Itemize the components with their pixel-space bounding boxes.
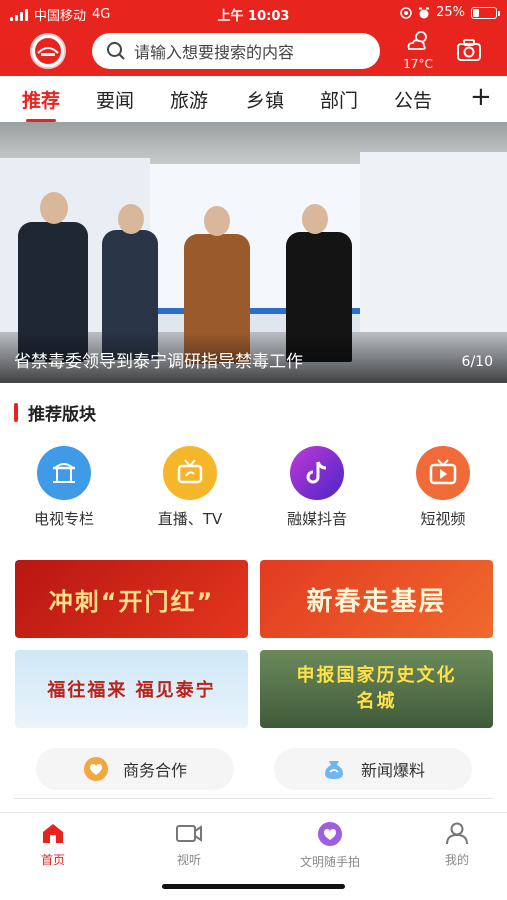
news-carousel[interactable]: 省禁毒委领导到泰宁调研指导禁毒工作 6/10: [0, 122, 507, 383]
promo-banner-kaimenhong[interactable]: 冲刺“开门红”: [15, 560, 248, 638]
nav-civilization-snapshot[interactable]: 文明随手拍: [278, 821, 382, 870]
tab-departments[interactable]: 部门: [320, 86, 358, 113]
divider: [14, 798, 493, 799]
home-indicator: [162, 884, 345, 889]
promo-text: 申报国家历史文化名城: [296, 665, 457, 712]
weather-temperature: 17°C: [403, 57, 433, 71]
app-header: 请输入想要搜索的内容 17°C: [0, 26, 507, 76]
nav-label: 我的: [444, 853, 469, 867]
nav-label: 首页: [40, 853, 65, 867]
weather-widget[interactable]: 17°C: [398, 29, 438, 71]
heart-handshake-icon: [83, 757, 108, 781]
tip-bag-icon: [324, 761, 343, 779]
tab-tourism[interactable]: 旅游: [170, 86, 208, 113]
section-accent-bar: [14, 403, 18, 422]
short-video-icon: [416, 446, 470, 500]
bottom-navigation: 首页 视听 文明随手拍 我的: [0, 812, 507, 876]
camera-icon: [457, 39, 481, 61]
carousel-caption: 省禁毒委领导到泰宁调研指导禁毒工作: [14, 352, 303, 372]
news-tip-button[interactable]: 新闻爆料: [274, 748, 472, 790]
nav-label: 视听: [176, 853, 201, 867]
status-bar: 中国移动 4G 上午 10:03 25%: [0, 0, 507, 26]
battery-icon: [471, 6, 500, 19]
search-placeholder: 请输入想要搜索的内容: [134, 43, 295, 62]
section-title-text: 推荐版块: [28, 405, 96, 425]
feature-label: 直播、TV: [157, 510, 223, 528]
nav-label: 文明随手拍: [299, 855, 360, 869]
promo-text: 福往福来 福见泰宁: [47, 680, 216, 701]
tab-headlines[interactable]: 要闻: [96, 86, 134, 113]
feature-label: 融媒抖音: [286, 510, 347, 528]
business-cooperation-button[interactable]: 商务合作: [36, 748, 234, 790]
feature-tv-column[interactable]: 电视专栏: [14, 446, 114, 529]
live-tv-icon: [163, 446, 217, 500]
app-logo[interactable]: [30, 33, 66, 69]
section-title: 推荐版块: [14, 400, 96, 425]
search-icon: [107, 42, 125, 60]
orientation-lock-icon: [400, 6, 412, 19]
promo-banner-heritage-city[interactable]: 申报国家历史文化名城: [260, 650, 493, 728]
feature-live-tv[interactable]: 直播、TV: [140, 446, 240, 529]
search-bar[interactable]: 请输入想要搜索的内容: [92, 33, 380, 69]
camera-button[interactable]: [456, 38, 482, 66]
carousel-counter: 6/10: [461, 354, 493, 370]
user-icon: [446, 822, 468, 845]
home-icon: [43, 824, 63, 843]
promo-banner-fortune[interactable]: 福往福来 福见泰宁: [15, 650, 248, 728]
alarm-icon: [419, 7, 430, 18]
battery-percent: 25%: [436, 5, 465, 20]
tab-recommend[interactable]: 推荐: [22, 86, 60, 122]
category-tabs: 推荐 要闻 旅游 乡镇 部门 公告 +: [0, 76, 507, 122]
promo-text: 新春走基层: [306, 586, 447, 617]
tab-announcements[interactable]: 公告: [394, 86, 432, 113]
nav-profile[interactable]: 我的: [412, 821, 502, 868]
cloud-sun-icon: [407, 31, 427, 50]
tab-towns[interactable]: 乡镇: [246, 86, 284, 113]
video-camera-icon: [176, 825, 202, 842]
nav-home[interactable]: 首页: [8, 821, 98, 868]
promo-banner-new-year[interactable]: 新春走基层: [260, 560, 493, 638]
logo-icon: [35, 38, 61, 64]
promo-text: 冲刺“开门红”: [48, 587, 215, 616]
tiktok-icon: [290, 446, 344, 500]
feature-label: 短视频: [420, 510, 466, 528]
tv-column-icon: [37, 446, 91, 500]
nav-video[interactable]: 视听: [144, 821, 234, 868]
snapshot-icon: [318, 822, 342, 846]
feature-label: 电视专栏: [33, 510, 94, 528]
action-label: 新闻爆料: [360, 761, 425, 780]
action-label: 商务合作: [122, 761, 187, 780]
add-tab-icon[interactable]: +: [470, 82, 492, 112]
feature-short-video[interactable]: 短视频: [393, 446, 493, 529]
feature-tiktok[interactable]: 融媒抖音: [267, 446, 367, 529]
